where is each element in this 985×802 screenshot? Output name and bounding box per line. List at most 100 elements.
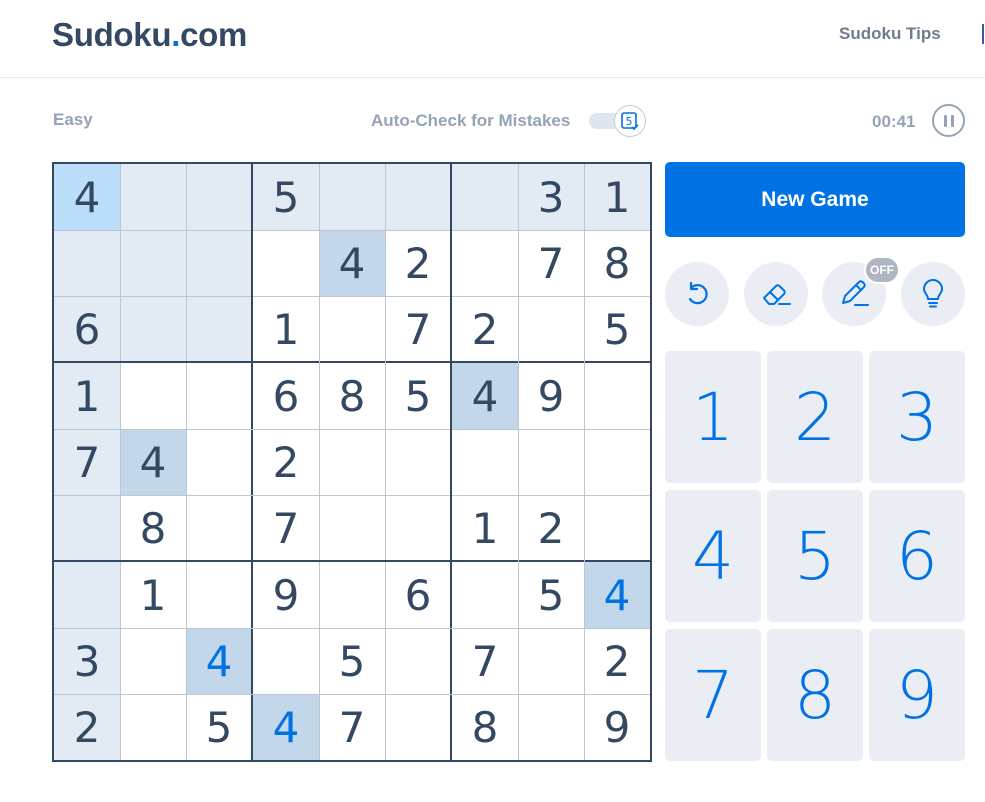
board-cell-r7c6[interactable]: 6 xyxy=(385,562,451,628)
pause-button[interactable] xyxy=(932,104,965,137)
board-cell-r6c3[interactable] xyxy=(186,495,252,561)
board-cell-r5c1[interactable]: 7 xyxy=(54,429,120,495)
board-cell-r8c8[interactable] xyxy=(518,628,584,694)
board-cell-r6c7[interactable]: 1 xyxy=(452,495,518,561)
numpad-key-2[interactable]: 2 xyxy=(767,351,863,483)
board-cell-r4c2[interactable] xyxy=(120,363,186,429)
board-cell-r7c9[interactable]: 4 xyxy=(584,562,650,628)
autocheck-toggle-knob[interactable]: 5 xyxy=(614,105,646,137)
board-cell-r3c4[interactable]: 1 xyxy=(253,296,319,362)
board-cell-r2c5[interactable]: 4 xyxy=(319,230,385,296)
board-cell-r2c3[interactable] xyxy=(186,230,252,296)
board-cell-r8c2[interactable] xyxy=(120,628,186,694)
board-cell-r5c6[interactable] xyxy=(385,429,451,495)
board-cell-r1c6[interactable] xyxy=(385,164,451,230)
board-cell-r1c8[interactable]: 3 xyxy=(518,164,584,230)
board-cell-r2c4[interactable] xyxy=(253,230,319,296)
board-cell-r6c6[interactable] xyxy=(385,495,451,561)
board-cell-r6c2[interactable]: 8 xyxy=(120,495,186,561)
board-cell-r9c4[interactable]: 4 xyxy=(253,694,319,760)
board-cell-r5c2[interactable]: 4 xyxy=(120,429,186,495)
board-cell-r1c7[interactable] xyxy=(452,164,518,230)
board-cell-r8c5[interactable]: 5 xyxy=(319,628,385,694)
board-cell-r1c3[interactable] xyxy=(186,164,252,230)
board-cell-r8c3[interactable]: 4 xyxy=(186,628,252,694)
board-cell-r4c9[interactable] xyxy=(584,363,650,429)
board-cell-r4c7[interactable]: 4 xyxy=(452,363,518,429)
board-cell-r4c1[interactable]: 1 xyxy=(54,363,120,429)
sudoku-tips-link[interactable]: Sudoku Tips xyxy=(839,24,941,44)
board-cell-r3c5[interactable] xyxy=(319,296,385,362)
board-cell-r6c8[interactable]: 2 xyxy=(518,495,584,561)
board-cell-r2c8[interactable]: 7 xyxy=(518,230,584,296)
board-cell-r3c2[interactable] xyxy=(120,296,186,362)
board-cell-r8c7[interactable]: 7 xyxy=(452,628,518,694)
board-cell-r7c8[interactable]: 5 xyxy=(518,562,584,628)
board-cell-r6c4[interactable]: 7 xyxy=(253,495,319,561)
board-cell-r3c3[interactable] xyxy=(186,296,252,362)
board-cell-r7c1[interactable] xyxy=(54,562,120,628)
board-cell-r1c5[interactable] xyxy=(319,164,385,230)
new-game-button[interactable]: New Game xyxy=(665,162,965,237)
board-cell-r9c2[interactable] xyxy=(120,694,186,760)
board-cell-r9c6[interactable] xyxy=(385,694,451,760)
board-cell-r2c6[interactable]: 2 xyxy=(385,230,451,296)
board-cell-r8c4[interactable] xyxy=(253,628,319,694)
board-cell-r7c5[interactable] xyxy=(319,562,385,628)
board-cell-r8c9[interactable]: 2 xyxy=(584,628,650,694)
board-cell-r7c7[interactable] xyxy=(452,562,518,628)
board-cell-r1c9[interactable]: 1 xyxy=(584,164,650,230)
board-cell-r7c4[interactable]: 9 xyxy=(253,562,319,628)
numpad-key-9[interactable]: 9 xyxy=(869,629,965,761)
board-cell-r5c3[interactable] xyxy=(186,429,252,495)
board-cell-r2c2[interactable] xyxy=(120,230,186,296)
board-cell-r4c5[interactable]: 8 xyxy=(319,363,385,429)
numpad-key-6[interactable]: 6 xyxy=(869,490,965,622)
numpad-key-3[interactable]: 3 xyxy=(869,351,965,483)
board-cell-r9c5[interactable]: 7 xyxy=(319,694,385,760)
board-cell-r4c8[interactable]: 9 xyxy=(518,363,584,429)
board-cell-r9c9[interactable]: 9 xyxy=(584,694,650,760)
board-cell-r5c4[interactable]: 2 xyxy=(253,429,319,495)
numpad-key-8[interactable]: 8 xyxy=(767,629,863,761)
board-cell-r1c4[interactable]: 5 xyxy=(253,164,319,230)
numpad-key-1[interactable]: 1 xyxy=(665,351,761,483)
board-cell-r3c1[interactable]: 6 xyxy=(54,296,120,362)
board-cell-r8c6[interactable] xyxy=(385,628,451,694)
board-cell-r5c7[interactable] xyxy=(452,429,518,495)
board-cell-r1c2[interactable] xyxy=(120,164,186,230)
board-cell-r2c7[interactable] xyxy=(452,230,518,296)
board-cell-r9c8[interactable] xyxy=(518,694,584,760)
board-cell-r9c1[interactable]: 2 xyxy=(54,694,120,760)
numpad-key-4[interactable]: 4 xyxy=(665,490,761,622)
board-cell-r4c6[interactable]: 5 xyxy=(385,363,451,429)
erase-button[interactable] xyxy=(744,262,808,326)
board-cell-r3c7[interactable]: 2 xyxy=(452,296,518,362)
autocheck-badge-digit: 5 xyxy=(626,115,633,128)
board-cell-r4c4[interactable]: 6 xyxy=(253,363,319,429)
board-gridline-v6 xyxy=(450,164,452,760)
board-cell-r7c3[interactable] xyxy=(186,562,252,628)
undo-button[interactable] xyxy=(665,262,729,326)
board-cell-r7c2[interactable]: 1 xyxy=(120,562,186,628)
board-cell-r9c7[interactable]: 8 xyxy=(452,694,518,760)
board-cell-r2c1[interactable] xyxy=(54,230,120,296)
site-logo[interactable]: Sudoku.com xyxy=(52,16,247,54)
board-cell-r5c5[interactable] xyxy=(319,429,385,495)
board-cell-r3c9[interactable]: 5 xyxy=(584,296,650,362)
hint-button[interactable] xyxy=(901,262,965,326)
numpad-key-7[interactable]: 7 xyxy=(665,629,761,761)
board-cell-r9c3[interactable]: 5 xyxy=(186,694,252,760)
board-cell-r8c1[interactable]: 3 xyxy=(54,628,120,694)
board-cell-r6c5[interactable] xyxy=(319,495,385,561)
board-cell-r5c8[interactable] xyxy=(518,429,584,495)
board-cell-r6c1[interactable] xyxy=(54,495,120,561)
board-cell-r3c6[interactable]: 7 xyxy=(385,296,451,362)
board-cell-r3c8[interactable] xyxy=(518,296,584,362)
board-cell-r6c9[interactable] xyxy=(584,495,650,561)
board-cell-r1c1[interactable]: 4 xyxy=(54,164,120,230)
numpad-key-5[interactable]: 5 xyxy=(767,490,863,622)
board-cell-r4c3[interactable] xyxy=(186,363,252,429)
board-cell-r5c9[interactable] xyxy=(584,429,650,495)
board-cell-r2c9[interactable]: 8 xyxy=(584,230,650,296)
